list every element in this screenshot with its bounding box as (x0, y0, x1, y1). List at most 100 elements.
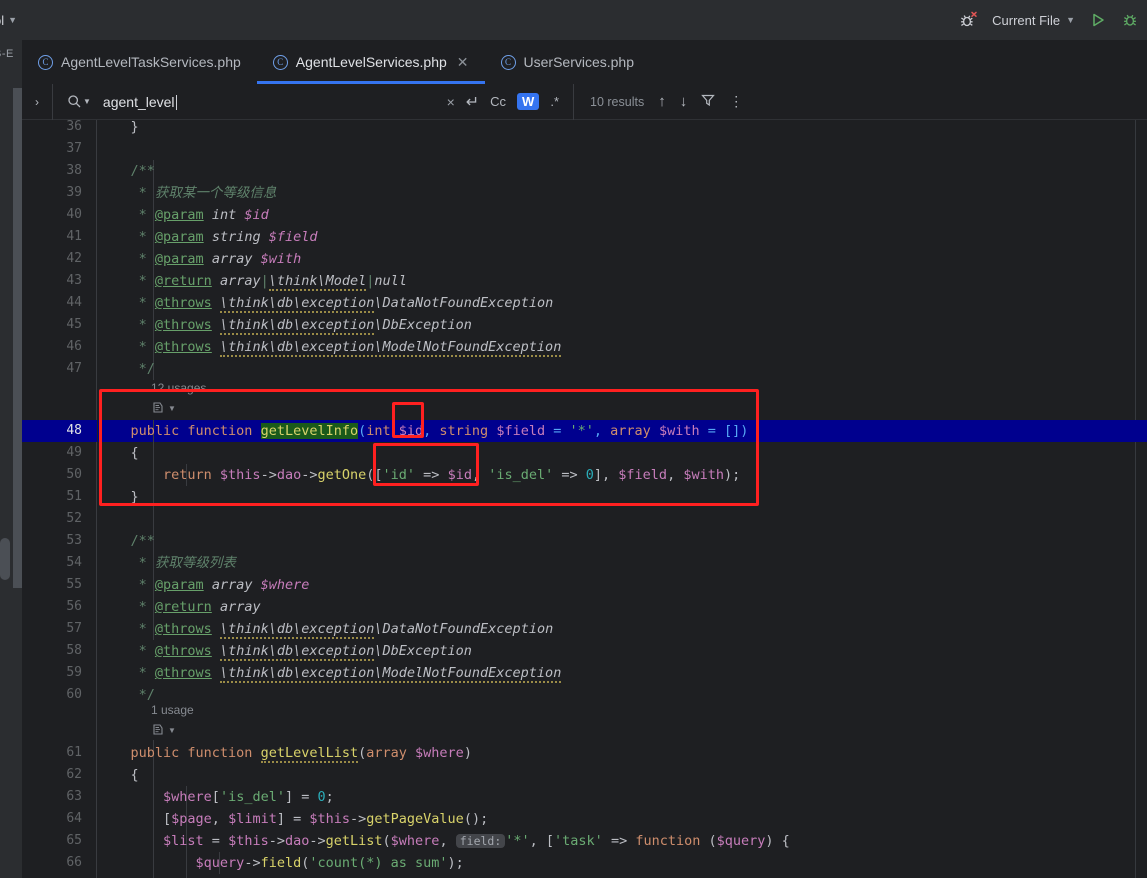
code-line: $query->field('count(*) as sum'); (98, 855, 464, 871)
find-prev-icon[interactable]: ↑ (658, 93, 666, 110)
code-line: } (98, 120, 139, 135)
code-vision-run-icon[interactable]: ▼ (151, 400, 176, 416)
main-toolbar: ol ▼ (0, 0, 1147, 40)
line-number: 60 (66, 687, 82, 702)
line-number: 64 (66, 811, 82, 826)
line-number: 67 (22, 874, 82, 878)
code-line: */ (98, 687, 155, 703)
search-input: agent_level (103, 94, 447, 110)
line-number: 53 (66, 533, 82, 548)
debug-attach-icon[interactable] (958, 10, 978, 30)
tab-UserServices[interactable]: C UserServices.php (485, 40, 651, 84)
results-count: 10 results (590, 94, 645, 109)
words-button[interactable]: W (517, 93, 540, 110)
line-number: 47 (66, 361, 82, 376)
line-number: 39 (66, 185, 82, 200)
inlay-hint-field[interactable]: field: (455, 834, 506, 848)
code-line: * @throws \think\db\exception\DataNotFou… (98, 621, 554, 639)
php-class-icon: C (500, 54, 516, 70)
code-line: * 获取等级列表 (98, 555, 236, 571)
clear-search-icon[interactable]: × (447, 94, 455, 110)
code-editor[interactable]: 36 37 38 39 40 41 42 43 44 45 46 47 48 4… (22, 120, 1147, 878)
line-number: 38 (66, 163, 82, 178)
find-next-icon[interactable]: ↓ (680, 93, 688, 110)
find-options: × ↵ Cc W .* (447, 92, 573, 112)
editor-splitter[interactable] (13, 88, 22, 588)
tab-AgentLevelServices[interactable]: C AgentLevelServices.php ✕ (256, 40, 485, 84)
code-vision-run-icon[interactable]: ▼ (151, 722, 176, 738)
run-configuration-selector[interactable]: Current File ▼ (992, 13, 1075, 28)
code-line: * @param int $id (98, 207, 269, 223)
line-number: 43 (66, 273, 82, 288)
line-number: 41 (66, 229, 82, 244)
php-class-icon: C (272, 54, 288, 70)
code-line: * @throws \think\db\exception\DbExceptio… (98, 317, 472, 335)
code-line: * @param array $with (98, 251, 302, 267)
line-number: 52 (66, 511, 82, 526)
search-input-value[interactable]: agent_level (103, 94, 175, 110)
line-number: 62 (66, 767, 82, 782)
search-icon[interactable]: ▼ (67, 94, 91, 109)
line-number: 36 (66, 120, 82, 134)
line-number: 63 (66, 789, 82, 804)
line-number: 59 (66, 665, 82, 680)
code-line: { (98, 767, 139, 783)
line-number: 40 (66, 207, 82, 222)
left-tool-window-bar: B-E (0, 40, 22, 878)
navbar-label: ol (0, 12, 5, 28)
run-icon[interactable] (1089, 11, 1107, 29)
code-line: * @throws \think\db\exception\DataNotFou… (98, 295, 554, 313)
code-text-area[interactable]: } /** * 获取某一个等级信息 * @param int $id * @pa… (98, 120, 1147, 878)
code-line: } (98, 489, 139, 505)
line-number: 46 (66, 339, 82, 354)
regex-button[interactable]: .* (550, 94, 559, 109)
tool-window-stripe-label[interactable]: B-E (0, 48, 14, 60)
line-number-current: 48 (66, 423, 82, 438)
more-options-icon[interactable]: ⋮ (729, 93, 743, 110)
usages-hint[interactable]: 12 usages (151, 378, 206, 398)
php-class-icon: C (38, 54, 53, 70)
code-line: */ (98, 361, 155, 377)
new-line-icon[interactable]: ↵ (466, 92, 479, 112)
line-number: 42 (66, 251, 82, 266)
find-field-wrapper[interactable]: ▼ agent_level × ↵ Cc W .* (52, 83, 574, 120)
ide-window: ol ▼ (0, 0, 1147, 878)
line-number: 45 (66, 317, 82, 332)
tab-label: AgentLevelTaskServices.php (61, 54, 241, 70)
debug-icon[interactable] (1121, 11, 1139, 29)
splitter-handle[interactable] (0, 538, 10, 580)
tab-label: AgentLevelServices.php (295, 54, 447, 70)
code-line: * @param string $field (98, 229, 318, 245)
close-icon[interactable]: ✕ (457, 54, 469, 71)
run-toolbar: Current File ▼ (958, 0, 1147, 40)
code-line-current: public function getLevelInfo(int $id, st… (98, 423, 749, 439)
code-line: * 获取某一个等级信息 (98, 185, 277, 201)
line-number: 57 (66, 621, 82, 636)
match-case-button[interactable]: Cc (490, 94, 506, 109)
chevron-down-icon[interactable]: ▼ (8, 15, 17, 25)
code-line: $where['is_del'] = 0; (98, 789, 334, 805)
code-line: * @throws \think\db\exception\ModelNotFo… (98, 339, 562, 357)
code-line: * @throws \think\db\exception\ModelNotFo… (98, 665, 562, 683)
tab-AgentLevelTaskServices[interactable]: C AgentLevelTaskServices.php (22, 40, 257, 84)
line-number: 66 (66, 855, 82, 870)
code-line: { (98, 445, 139, 461)
code-line: * @return array|\think\Model|null (98, 273, 407, 291)
code-line: public function getLevelList(array $wher… (98, 745, 472, 763)
navigation-bar[interactable]: ol ▼ (0, 13, 17, 28)
find-expand-button[interactable]: › (22, 84, 52, 120)
line-number: 51 (66, 489, 82, 504)
line-number: 54 (66, 555, 82, 570)
code-line: /** (98, 533, 155, 549)
code-line: * @throws \think\db\exception\DbExceptio… (98, 643, 472, 661)
code-line: $list = $this->dao->getList($where, fiel… (98, 833, 790, 849)
find-status: 10 results ↑ ↓ ⋮ (574, 93, 743, 111)
line-number: 37 (66, 141, 82, 156)
usages-hint[interactable]: 1 usage (151, 700, 194, 720)
chevron-down-icon[interactable]: ▼ (1066, 15, 1075, 25)
line-number: 61 (66, 745, 82, 760)
filter-icon[interactable] (701, 93, 716, 111)
line-number-gutter[interactable]: 36 37 38 39 40 41 42 43 44 45 46 47 48 4… (22, 120, 97, 878)
tab-label: UserServices.php (523, 54, 635, 70)
